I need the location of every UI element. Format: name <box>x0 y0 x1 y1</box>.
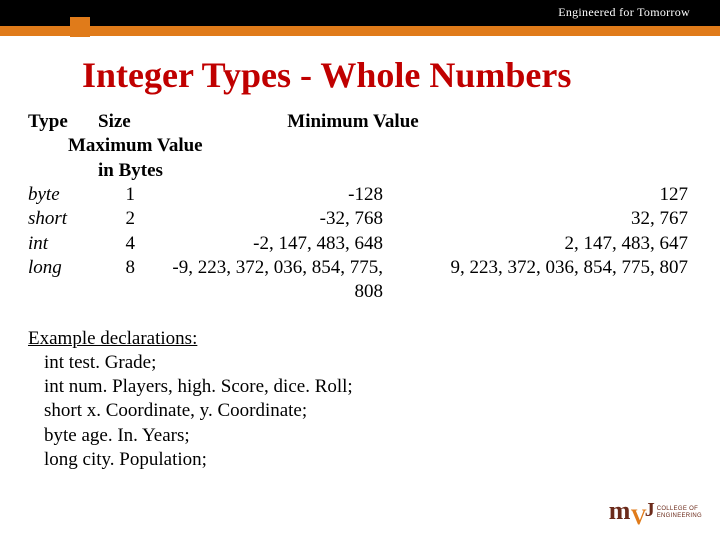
mvj-logo: m V J COLLEGE OF ENGINEERING <box>609 498 702 528</box>
header-max: Maximum Value <box>68 134 688 158</box>
cell-type: long <box>28 256 98 305</box>
header-min: Minimum Value <box>168 110 688 134</box>
cell-type: int <box>28 232 98 256</box>
orange-notch <box>70 17 90 37</box>
cell-type: short <box>28 207 98 231</box>
cell-size: 1 <box>98 183 153 207</box>
orange-bar <box>0 26 720 36</box>
logo-text: COLLEGE OF ENGINEERING <box>657 506 702 519</box>
logo-text-line1: COLLEGE OF <box>657 506 702 513</box>
cell-max: 32, 767 <box>393 207 688 231</box>
example-line: long city. Population; <box>44 448 692 472</box>
page-title: Integer Types - Whole Numbers <box>82 54 720 96</box>
example-line: int num. Players, high. Score, dice. Rol… <box>44 375 692 399</box>
table-header-row1: Type Size Minimum Value <box>28 110 688 134</box>
table-row: int 4 -2, 147, 483, 648 2, 147, 483, 647 <box>28 232 688 256</box>
table-row: long 8 -9, 223, 372, 036, 854, 775, 808 … <box>28 256 688 305</box>
example-line: byte age. In. Years; <box>44 424 692 448</box>
example-line: int test. Grade; <box>44 351 692 375</box>
cell-max: 2, 147, 483, 647 <box>393 232 688 256</box>
header-size-sub: in Bytes <box>98 159 688 183</box>
examples-block: Example declarations: int test. Grade; i… <box>28 327 692 473</box>
cell-min: -128 <box>153 183 393 207</box>
cell-max: 127 <box>393 183 688 207</box>
table-row: byte 1 -128 127 <box>28 183 688 207</box>
examples-title: Example declarations: <box>28 327 692 351</box>
integer-types-table: Type Size Minimum Value Maximum Value in… <box>28 110 688 305</box>
cell-max: 9, 223, 372, 036, 854, 775, 807 <box>393 256 688 305</box>
tagline-text: Engineered for Tomorrow <box>558 5 690 20</box>
logo-j-icon: J <box>645 499 655 522</box>
logo-text-line2: ENGINEERING <box>657 513 702 520</box>
header-type: Type <box>28 110 98 134</box>
cell-size: 4 <box>98 232 153 256</box>
top-black-bar: Engineered for Tomorrow <box>0 0 720 26</box>
logo-mark-icon: m V J <box>609 498 653 528</box>
example-line: short x. Coordinate, y. Coordinate; <box>44 399 692 423</box>
cell-type: byte <box>28 183 98 207</box>
cell-min: -32, 768 <box>153 207 393 231</box>
cell-min: -2, 147, 483, 648 <box>153 232 393 256</box>
header-size: Size <box>98 110 168 134</box>
logo-m-icon: m <box>609 496 631 526</box>
cell-size: 8 <box>98 256 153 305</box>
table-row: short 2 -32, 768 32, 767 <box>28 207 688 231</box>
cell-size: 2 <box>98 207 153 231</box>
content-area: Type Size Minimum Value Maximum Value in… <box>0 110 720 472</box>
cell-min: -9, 223, 372, 036, 854, 775, 808 <box>153 256 393 305</box>
